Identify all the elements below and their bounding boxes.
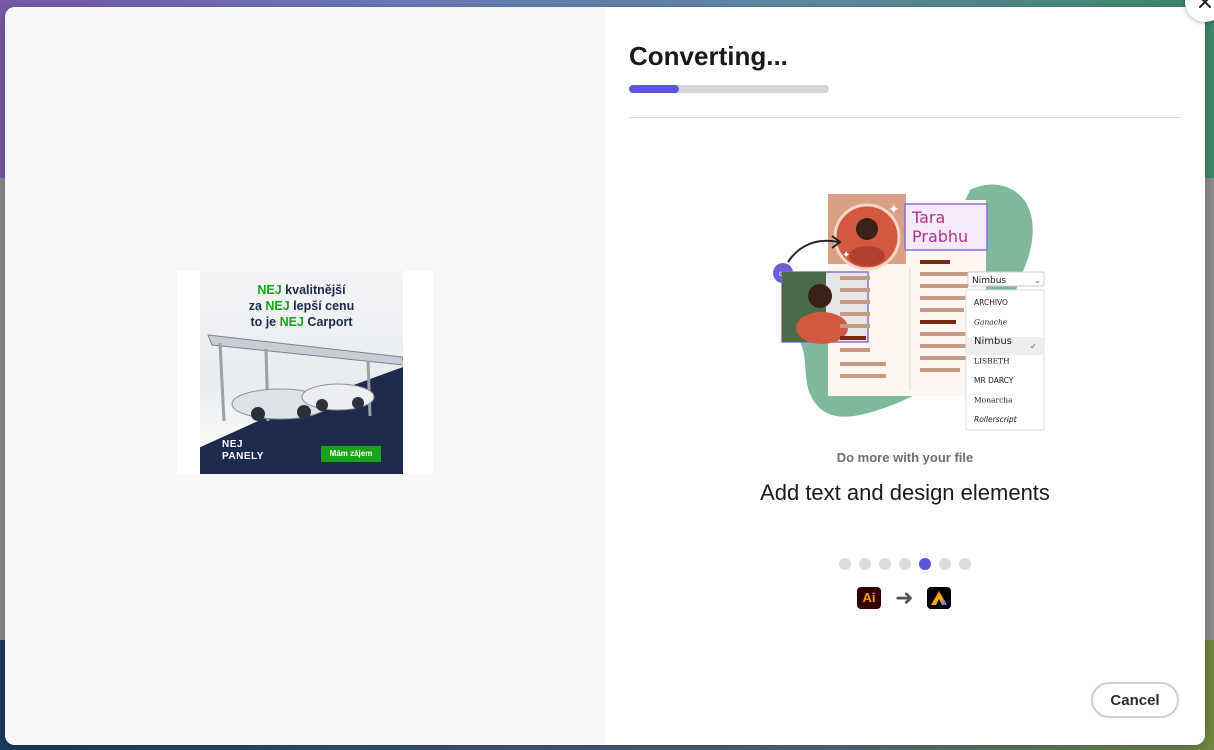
carousel-dots [839, 558, 971, 570]
checkmark-icon: ✓ [1030, 342, 1037, 351]
dialog-title: Converting... [629, 41, 788, 71]
conversion-status-pane: Converting... ✦ ✦ Tara Prabhu ∞ [605, 7, 1205, 745]
arrow-right-icon: ➜ [895, 585, 914, 610]
carousel-dot[interactable] [919, 558, 931, 570]
file-preview-pane: NEJ kvalitnější za NEJ lepší cenu to je … [5, 7, 605, 745]
svg-text:⌄: ⌄ [1034, 276, 1041, 285]
conversion-flow: Ai ➜ [857, 585, 952, 610]
ad-cta-badge: Mám zájem [321, 446, 381, 462]
carousel-dot[interactable] [859, 558, 871, 570]
illustrator-app-icon: Ai [857, 587, 881, 609]
font-list-item: Monarcha [974, 396, 1013, 405]
font-list-item: ARCHIVO [974, 298, 1008, 307]
tagline: Do more with your file [836, 450, 974, 465]
carport-ad-image: NEJ kvalitnější za NEJ lepší cenu to je … [200, 271, 403, 474]
carousel-dot[interactable] [839, 558, 851, 570]
name-line2: Prabhu [912, 227, 968, 246]
carousel-dot[interactable] [899, 558, 911, 570]
feature-illustration: ✦ ✦ Tara Prabhu ∞ [773, 184, 1045, 431]
font-list-item: Ganache [974, 318, 1008, 327]
convert-dialog: NEJ kvalitnější za NEJ lepší cenu to je … [5, 7, 1205, 745]
cancel-button[interactable]: Cancel [1091, 682, 1179, 718]
progress-bar [629, 85, 829, 93]
ad-logo: NEJ [222, 439, 243, 450]
ad-logo-sub: PANELY [222, 451, 264, 462]
feature-headline: Add text and design elements [760, 480, 1050, 505]
font-list-item: MR DARCY [974, 376, 1014, 385]
svg-text:✦: ✦ [888, 202, 900, 218]
carousel-dot[interactable] [959, 558, 971, 570]
progress-bar-fill [629, 85, 679, 93]
file-preview: NEJ kvalitnější za NEJ lepší cenu to je … [177, 271, 433, 474]
font-list-item: Nimbus [974, 336, 1012, 347]
close-icon [1199, 0, 1211, 8]
font-dropdown-value: Nimbus [972, 276, 1006, 286]
name-line1: Tara [911, 208, 945, 227]
carousel-dot[interactable] [879, 558, 891, 570]
font-list-item: Rollerscript [974, 415, 1018, 424]
carousel-dot[interactable] [939, 558, 951, 570]
divider [629, 117, 1181, 118]
adobe-express-app-icon [927, 587, 952, 609]
svg-text:✦: ✦ [842, 250, 850, 261]
font-list-item: LISBETH [974, 357, 1010, 366]
